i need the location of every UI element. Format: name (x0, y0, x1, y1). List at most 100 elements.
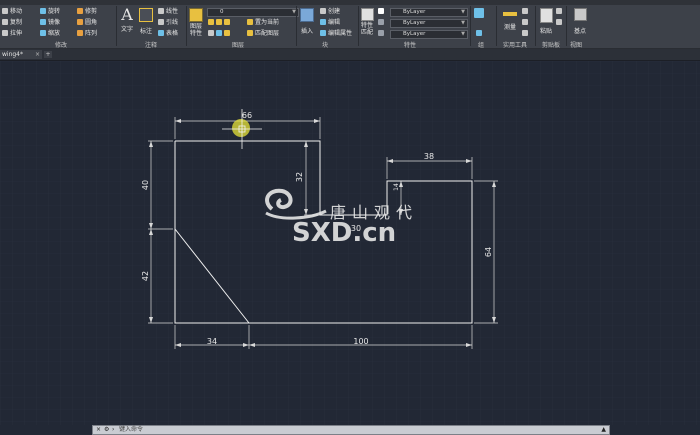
lineweight-dropdown[interactable]: ByLayer ▼ (390, 30, 468, 39)
stretch-button[interactable]: 拉伸 (2, 30, 22, 38)
dim-small-height: 14 (393, 183, 400, 191)
panel-label-utilities: 实用工具 (503, 42, 528, 49)
match-layer-icon (247, 30, 253, 36)
match-properties-icon (360, 8, 374, 21)
panel-label-groups: 组 (478, 42, 485, 49)
measure-icon (503, 12, 517, 16)
match-properties-button[interactable]: 特性匹配 (360, 6, 374, 36)
leader-icon (158, 19, 164, 25)
command-line[interactable]: × ⚙ › 键入命令 ▲ (92, 425, 610, 435)
leader-button[interactable]: 引线 (158, 19, 178, 27)
panel-label-modify: 修改 (55, 42, 68, 49)
edit-block-icon (320, 19, 326, 25)
dim-bottom-left: 34 (207, 337, 217, 346)
mirror-icon (40, 19, 46, 25)
ungroup-button[interactable] (476, 30, 484, 38)
chevron-down-icon: ▼ (461, 9, 465, 15)
paste-icon (539, 8, 553, 23)
plus-icon: + (45, 51, 51, 58)
insert-block-button[interactable]: 插入 (299, 6, 315, 35)
close-icon[interactable]: × (35, 50, 40, 59)
cut-icon (556, 8, 562, 14)
measure-button[interactable]: 测量 (502, 6, 518, 31)
fillet-button[interactable]: 圆角 (77, 19, 97, 27)
array-button[interactable]: 阵列 (77, 30, 97, 38)
dimension-button[interactable]: 标注 (139, 6, 153, 35)
sun-icon (216, 19, 222, 25)
panel-label-view: 视图 (570, 42, 583, 49)
new-tab-button[interactable]: + (44, 51, 52, 58)
layer-properties-button[interactable]: 图层特性 (189, 6, 203, 37)
insert-block-icon (300, 8, 314, 22)
dim-bottom-right: 100 (353, 337, 368, 346)
edit-block-button[interactable]: 编辑 (320, 19, 340, 27)
cut-button[interactable] (556, 8, 564, 16)
layer-stack-icon (189, 8, 203, 22)
copy-icon (2, 19, 8, 25)
mirror-button[interactable]: 镜像 (40, 19, 60, 27)
ribbon-tab-strip (0, 0, 700, 5)
ribbon: 移动 旋转 修剪 复制 镜像 圆角 拉伸 缩放 阵列 修改 A 文字 标注 线性… (0, 0, 700, 49)
paste-button[interactable]: 粘贴 (538, 6, 554, 35)
panel-separator (535, 6, 536, 46)
layer-tools-row2[interactable] (208, 30, 232, 38)
quick-select-icon (522, 30, 528, 36)
edit-attributes-button[interactable]: 编辑属性 (320, 30, 352, 38)
edit-attributes-icon (320, 30, 326, 36)
lineweight-icon (378, 30, 386, 38)
rotate-button[interactable]: 旋转 (40, 8, 60, 16)
group-button[interactable] (474, 8, 486, 20)
scale-button[interactable]: 缩放 (40, 30, 60, 38)
move-icon (2, 8, 8, 14)
text-button[interactable]: A 文字 (120, 6, 134, 34)
fillet-icon (77, 19, 83, 25)
dim-right-height: 64 (484, 247, 493, 257)
drawing-canvas[interactable]: 66 40 32 38 14 30 42 64 34 100 唐山观代 SXD.… (0, 61, 700, 425)
utility-tool-1[interactable] (522, 8, 530, 16)
document-tab-bar: wing4* × + (0, 49, 700, 61)
copy-button[interactable]: 复制 (2, 19, 22, 27)
dim-top-width: 66 (242, 111, 252, 120)
color-dropdown[interactable]: ByLayer ▼ (390, 8, 468, 17)
base-view-button[interactable]: 基点 (572, 6, 588, 35)
color-swatch-icon (378, 8, 386, 16)
stretch-icon (2, 30, 8, 36)
match-layer-button[interactable]: 匹配图层 (247, 30, 279, 38)
panel-separator (566, 6, 567, 46)
cursor-highlight (232, 119, 250, 137)
utility-tool-3[interactable] (522, 30, 530, 38)
utility-tool-2[interactable] (522, 19, 530, 27)
table-button[interactable]: 表格 (158, 30, 178, 38)
panel-separator (296, 6, 297, 46)
document-tab[interactable]: wing4* × (0, 50, 42, 59)
point-icon (522, 8, 528, 14)
dim-left-height: 40 (141, 180, 150, 190)
linear-icon (158, 8, 164, 14)
dim-notch-width: 38 (424, 152, 434, 161)
dimension-icon (139, 8, 153, 22)
make-current-button[interactable]: 置为当前 (247, 19, 279, 27)
copy-clip-button[interactable] (556, 19, 564, 27)
layer-off-icon (208, 30, 214, 36)
layer-isolate-icon (224, 30, 230, 36)
panel-label-layers: 图层 (232, 42, 245, 49)
panel-separator (186, 6, 187, 46)
copy-clip-icon (556, 19, 562, 25)
ungroup-icon (476, 30, 482, 36)
group-icon (474, 8, 484, 18)
array-icon (77, 30, 83, 36)
layer-dropdown[interactable]: 0 ▼ (207, 8, 299, 17)
trim-button[interactable]: 修剪 (77, 8, 97, 16)
linear-button[interactable]: 线性 (158, 8, 178, 16)
panel-separator (496, 6, 497, 46)
move-button[interactable]: 移动 (2, 8, 22, 16)
create-block-button[interactable]: 创建 (320, 8, 340, 16)
linetype-dropdown[interactable]: ByLayer ▼ (390, 19, 468, 28)
create-block-icon (320, 8, 326, 14)
panel-label-annotation: 注释 (145, 42, 158, 49)
linetype-icon (378, 19, 386, 27)
panel-separator (116, 6, 117, 46)
layer-tools-row1[interactable] (208, 19, 232, 27)
panel-label-properties: 特性 (404, 42, 417, 49)
panel-separator (358, 6, 359, 46)
